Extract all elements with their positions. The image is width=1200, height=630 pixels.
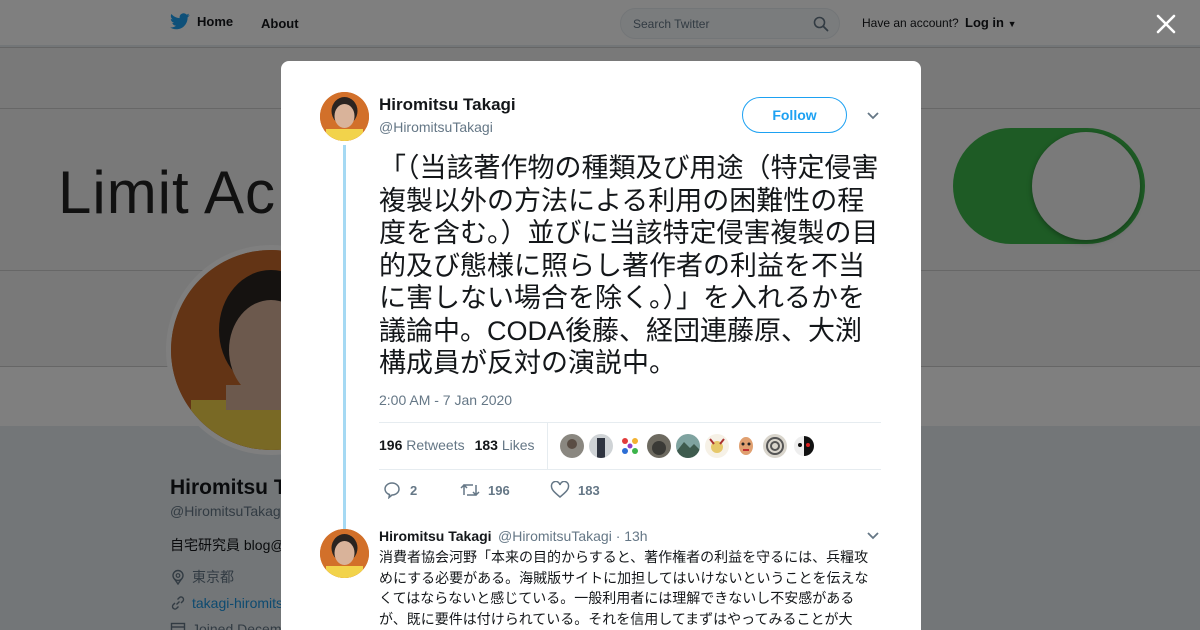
author-handle[interactable]: @HiromitsuTakagi [379,119,493,135]
reply-text: 消費者協会河野「本来の目的からすると、著作権者の利益を守るには、兵糧攻めにする必… [379,549,869,627]
tweet-timestamp[interactable]: 2:00 AM - 7 Jan 2020 [379,392,512,408]
like-count: 183 [578,482,600,498]
stats-divider [547,423,548,469]
tweet-actions: 2 196 183 [382,481,600,499]
follow-button[interactable]: Follow [742,97,847,133]
author-photo [320,92,369,141]
close-icon[interactable] [1152,10,1180,38]
retweet-count: 196 [488,482,510,498]
divider [379,469,881,470]
retweets-label: Retweets [406,437,465,453]
likes-count: 183 [474,437,498,453]
reply-count: 2 [410,482,418,498]
reply-meta[interactable]: @HiromitsuTakagi · 13h [498,528,648,544]
liker-avatars [560,434,816,458]
reply-icon [384,482,400,499]
tweet-text: 「（当該著作物の種類及び用途（特定侵害複製以外の方法による利用の困難性の程度を含… [379,153,879,378]
retweets-stat[interactable]: 196 Retweets [379,437,465,453]
reply-chevron-down-icon[interactable] [866,531,880,541]
retweets-count: 196 [379,437,403,453]
liker-avatar[interactable] [647,434,671,458]
author-name[interactable]: Hiromitsu Takagi [379,95,516,115]
liker-avatar[interactable] [792,434,816,458]
retweet-button[interactable]: 196 [460,481,550,499]
retweet-icon [460,483,480,497]
liker-avatar[interactable] [618,434,642,458]
likes-label: Likes [501,437,535,453]
reply-author-avatar[interactable] [320,529,369,578]
likes-stat[interactable]: 183 Likes [475,437,535,453]
divider [379,422,881,423]
reply-author-name[interactable]: Hiromitsu Takagi [379,528,492,544]
liker-avatar[interactable] [734,434,758,458]
thread-line [343,145,346,537]
liker-avatar[interactable] [763,434,787,458]
liker-avatar[interactable] [676,434,700,458]
heart-icon [550,481,570,498]
tweet-stats: 196 Retweets 183 Likes [379,437,535,453]
tweet-modal: Hiromitsu Takagi @HiromitsuTakagi Follow… [281,61,921,630]
chevron-down-icon[interactable] [866,111,880,121]
liker-avatar[interactable] [560,434,584,458]
liker-avatar[interactable] [589,434,613,458]
like-button[interactable]: 183 [550,481,600,499]
reply-author-photo [320,529,369,578]
author-avatar[interactable] [320,92,369,141]
reply-button[interactable]: 2 [382,481,460,499]
liker-avatar[interactable] [705,434,729,458]
